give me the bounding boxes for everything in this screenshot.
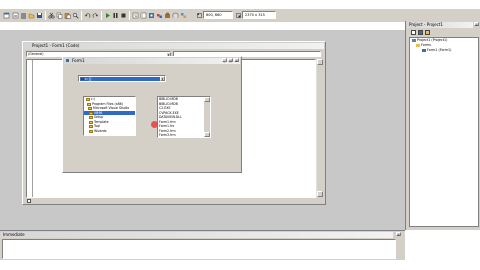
directory-list-box[interactable]: c:\ Program Files (x86) Microsoft Visual S… <box>83 96 136 136</box>
minimize-button[interactable]: _ <box>222 58 227 63</box>
code-vertical-scrollbar[interactable] <box>316 59 323 198</box>
toolbar-separator <box>101 11 102 20</box>
file-list-item[interactable]: INSTALL.HTM <box>158 138 205 139</box>
form1-title: Form1 <box>72 58 85 63</box>
drive-selected-value: c: [] <box>80 77 160 81</box>
mouse-cursor-highlight <box>151 121 158 128</box>
toolbox-icon[interactable] <box>164 12 171 19</box>
break-icon[interactable] <box>112 12 119 19</box>
properties-window-icon[interactable] <box>140 12 147 19</box>
forms-folder-label: Forms <box>421 43 432 47</box>
code-margin <box>27 60 33 197</box>
file-list-items: BIBLIO.MDB BIBLIO.MDB C2.EXE CVPACK.EXE DATA… <box>158 97 205 139</box>
drive-dropdown-icon[interactable]: ▾ <box>160 76 165 81</box>
immediate-scrollbar[interactable] <box>398 239 404 259</box>
project-node-icon <box>412 39 416 42</box>
code-window-title-text: Project1 - Form1 (Code) <box>32 43 80 48</box>
project-node-label: Project1 (Project1) <box>417 38 448 42</box>
directory-list-item[interactable]: Wizards <box>84 129 135 134</box>
end-icon[interactable] <box>120 12 127 19</box>
directory-item-label: VB98 <box>94 110 103 115</box>
immediate-text-area[interactable] <box>2 239 396 259</box>
directory-item-label: Template <box>94 119 109 124</box>
directory-item-label: Program Files (x86) <box>92 101 123 106</box>
code-horizontal-scrollbar[interactable] <box>33 198 316 204</box>
file-list-scrollbar[interactable] <box>204 97 210 137</box>
add-form-icon[interactable] <box>12 12 19 19</box>
copy-icon[interactable] <box>56 12 63 19</box>
size-readout: 2370 x 315 <box>242 11 276 19</box>
menu-editor-icon[interactable] <box>20 12 27 19</box>
toolbar-separator <box>129 11 130 20</box>
close-button[interactable]: × <box>234 58 239 63</box>
code-window-title: Project1 - Form1 (Code) <box>24 43 324 49</box>
drive-label: c: [] <box>85 77 92 81</box>
size-icon <box>236 13 241 18</box>
form1-app-icon <box>66 59 69 62</box>
toolbar-separator <box>45 11 46 20</box>
project-tree: Project1 (Project1) Forms Form1 (Form1) <box>409 37 479 227</box>
find-icon[interactable] <box>72 12 79 19</box>
project-explorer-close-button[interactable]: × <box>474 22 479 27</box>
form-layout-icon[interactable] <box>148 12 155 19</box>
drive-list-box[interactable]: c: [] ▾ <box>78 75 166 82</box>
form-node-icon <box>422 49 426 52</box>
paste-icon[interactable] <box>64 12 71 19</box>
undo-icon[interactable] <box>84 12 91 19</box>
form1-titlebar: Form1 <box>64 58 240 64</box>
maximize-button[interactable]: □ <box>228 58 233 63</box>
open-project-icon[interactable] <box>28 12 35 19</box>
immediate-window: Immediate × <box>0 230 405 260</box>
scroll-up-button[interactable] <box>317 59 323 65</box>
directory-item-label: Microsoft Visual Studio <box>93 106 130 110</box>
directory-item-label: Wizards <box>94 128 107 133</box>
immediate-titlebar: Immediate <box>1 232 393 238</box>
save-project-icon[interactable] <box>36 12 43 19</box>
form1-window[interactable]: Form1 _ □ × c: [] ▾ c:\ Program Files (x8… <box>62 56 242 173</box>
scroll-down-button[interactable] <box>317 191 323 197</box>
position-icon <box>197 13 202 18</box>
toolbar-separator <box>81 11 82 20</box>
immediate-close-button[interactable]: × <box>396 232 401 237</box>
object-combo-value: (General) <box>28 52 44 56</box>
directory-item-label: Setup <box>94 115 104 119</box>
toggle-folders-icon[interactable] <box>425 30 430 35</box>
redo-icon[interactable] <box>92 12 99 19</box>
directory-item-label: c:\ <box>91 97 95 101</box>
drive-icon <box>81 78 84 80</box>
immediate-title-text: Immediate <box>3 232 25 237</box>
visual-component-manager-icon[interactable] <box>180 12 187 19</box>
add-project-icon[interactable] <box>3 12 10 19</box>
view-code-icon[interactable] <box>411 30 416 35</box>
directory-item-label: Tsql <box>94 124 100 128</box>
forms-folder-icon <box>416 44 420 47</box>
directory-list-items: c:\ Program Files (x86) Microsoft Visual S… <box>84 97 135 133</box>
cut-icon[interactable] <box>48 12 55 19</box>
project-explorer-icon[interactable] <box>132 12 139 19</box>
bottom-strip <box>0 260 480 270</box>
form-node-label: Form1 (Form1) <box>427 48 452 52</box>
start-icon[interactable] <box>104 12 111 19</box>
project-explorer-title-text: Project - Project1 <box>409 22 443 27</box>
position-readout: 600, 660 <box>203 11 233 19</box>
folder-icon <box>89 129 93 133</box>
file-list-scroll-up[interactable] <box>204 97 210 102</box>
project-explorer: Project - Project1 × Project1 (Project1)… <box>405 21 480 230</box>
file-list-scroll-down[interactable] <box>204 132 210 137</box>
project-explorer-title: Project - Project1 <box>407 22 473 28</box>
object-browser-icon[interactable] <box>156 12 163 19</box>
view-object-icon[interactable] <box>418 30 423 35</box>
file-list-box[interactable]: BIBLIO.MDB BIBLIO.MDB C2.EXE CVPACK.EXE DATA… <box>157 96 211 138</box>
procedure-view-icon[interactable] <box>27 199 31 203</box>
tree-node-form1[interactable]: Form1 (Form1) <box>422 48 451 53</box>
data-view-icon[interactable] <box>172 12 179 19</box>
